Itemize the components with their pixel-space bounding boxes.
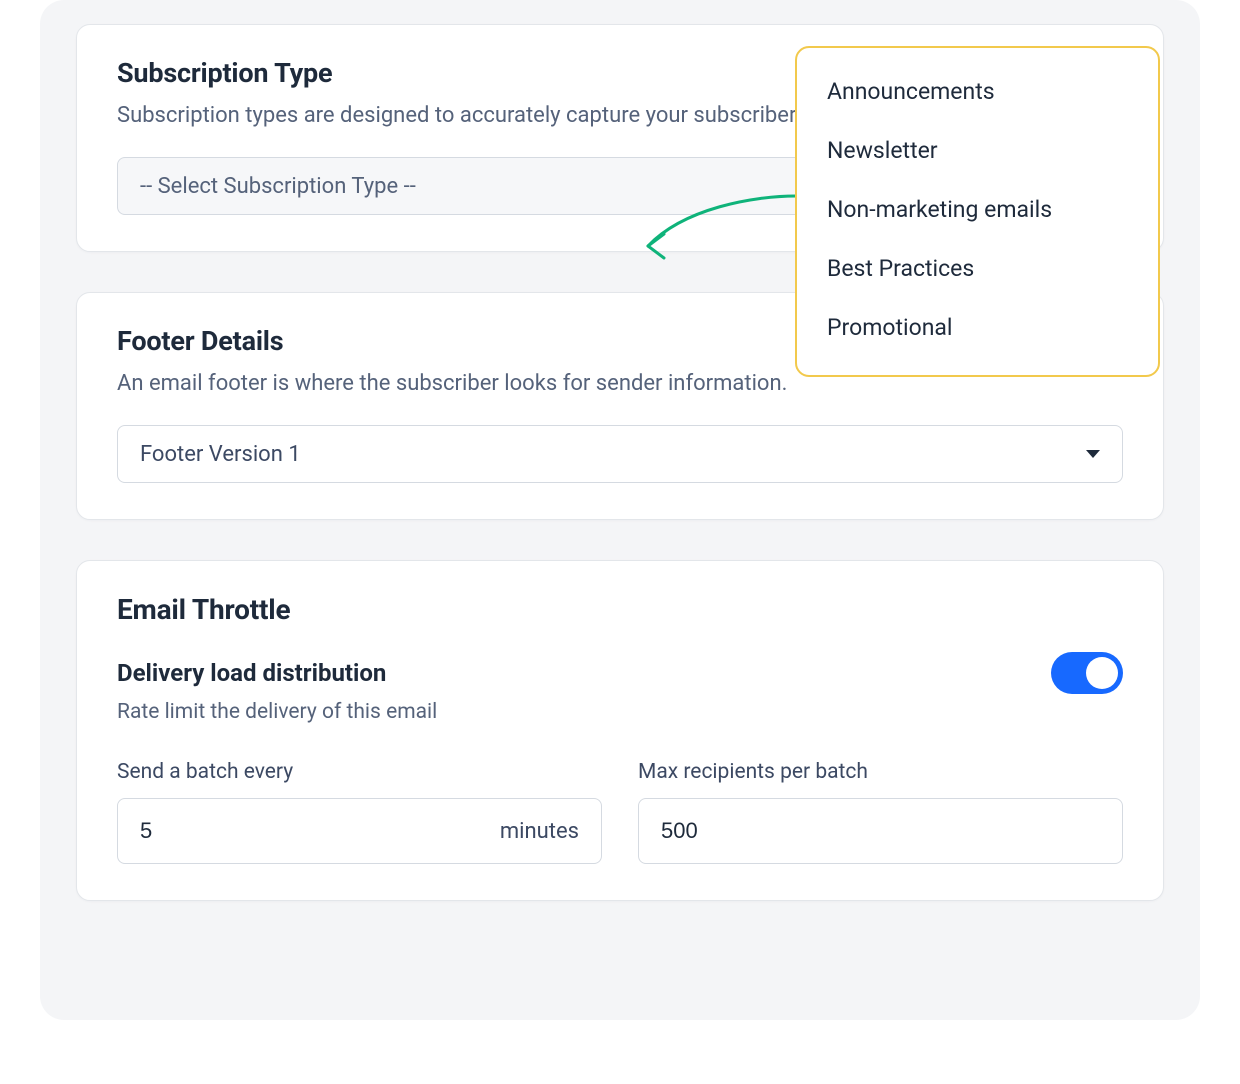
option-promotional[interactable]: Promotional	[797, 298, 1158, 357]
max-recipients-input-wrap	[638, 798, 1123, 864]
email-throttle-title: Email Throttle	[117, 593, 1123, 626]
toggle-knob	[1086, 657, 1118, 689]
option-non-marketing-emails[interactable]: Non-marketing emails	[797, 180, 1158, 239]
max-recipients-input[interactable]	[661, 818, 1100, 844]
batch-every-label: Send a batch every	[117, 760, 602, 784]
settings-panel: Subscription Type Subscription types are…	[40, 0, 1200, 1020]
footer-version-select-value: Footer Version 1	[140, 442, 301, 467]
email-throttle-card: Email Throttle Delivery load distributio…	[76, 560, 1164, 901]
batch-every-input-wrap: minutes	[117, 798, 602, 864]
subscription-type-select-value: -- Select Subscription Type --	[140, 174, 416, 199]
option-best-practices[interactable]: Best Practices	[797, 239, 1158, 298]
delivery-load-distribution-desc: Rate limit the delivery of this email	[117, 700, 1123, 724]
batch-every-input[interactable]	[140, 818, 500, 844]
delivery-load-distribution-title: Delivery load distribution	[117, 659, 386, 687]
chevron-down-icon	[1086, 450, 1100, 458]
subscription-type-options-popup: Announcements Newsletter Non-marketing e…	[795, 46, 1160, 377]
delivery-load-toggle[interactable]	[1051, 652, 1123, 694]
footer-version-select[interactable]: Footer Version 1	[117, 425, 1123, 483]
option-announcements[interactable]: Announcements	[797, 62, 1158, 121]
option-newsletter[interactable]: Newsletter	[797, 121, 1158, 180]
batch-every-unit: minutes	[500, 819, 579, 844]
max-recipients-label: Max recipients per batch	[638, 760, 1123, 784]
